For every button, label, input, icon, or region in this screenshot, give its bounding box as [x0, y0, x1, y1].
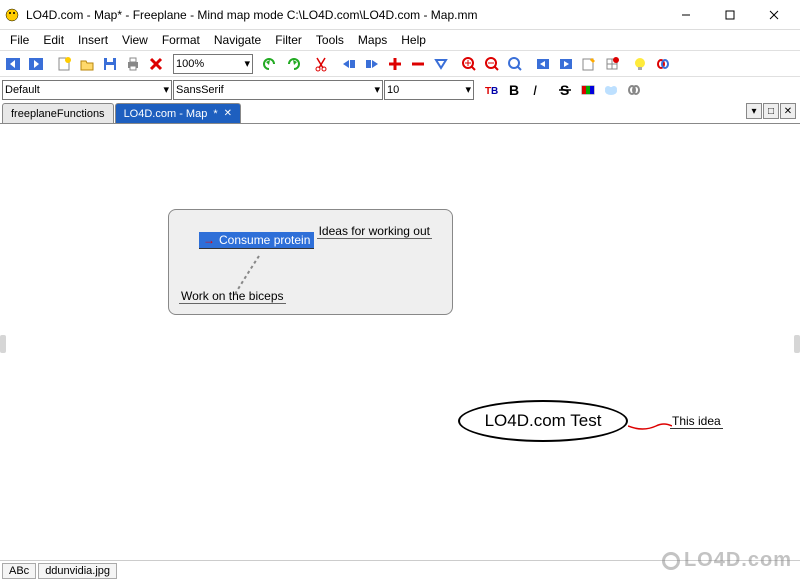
canvas-scroll-right-handle[interactable] [794, 335, 800, 353]
open-button[interactable] [76, 53, 98, 75]
menu-insert[interactable]: Insert [72, 31, 114, 49]
node-label: Ideas for working out [319, 224, 430, 238]
tab-dropdown-button[interactable]: ▾ [746, 103, 762, 119]
chevron-down-icon: ▾ [244, 57, 250, 70]
remove-node-button[interactable] [407, 53, 429, 75]
menu-help[interactable]: Help [395, 31, 432, 49]
menu-view[interactable]: View [116, 31, 154, 49]
node-ideas-working-out[interactable]: Ideas for working out [317, 224, 432, 239]
zoom-value: 100% [176, 58, 204, 70]
zoom-combo[interactable]: 100% ▾ [173, 54, 253, 74]
chevron-down-icon: ▾ [163, 83, 169, 96]
menu-edit[interactable]: Edit [37, 31, 70, 49]
status-filename-panel: ddunvidia.jpg [38, 563, 117, 579]
node-label: This idea [672, 414, 721, 428]
font-size-value: 10 [387, 84, 399, 96]
background-color-button[interactable] [577, 79, 599, 101]
node-connector-dotted [224, 254, 264, 294]
app-icon [4, 7, 20, 23]
font-combo[interactable]: SansSerif ▾ [173, 80, 383, 100]
save-button[interactable] [99, 53, 121, 75]
print-button[interactable] [122, 53, 144, 75]
toolbar-format: Default ▾ SansSerif ▾ 10 ▾ TB B I S [0, 76, 800, 102]
cut-button[interactable] [310, 53, 332, 75]
font-size-combo[interactable]: 10 ▾ [384, 80, 474, 100]
find-button[interactable] [504, 53, 526, 75]
idea-button[interactable] [629, 53, 651, 75]
window-titlebar: LO4D.com - Map* - Freeplane - Mind map m… [0, 0, 800, 30]
tab-dirty-indicator: * [213, 108, 217, 120]
undo-button[interactable] [259, 53, 281, 75]
tab-freeplane-functions[interactable]: freeplaneFunctions [2, 103, 114, 123]
zoom-out-button[interactable] [481, 53, 503, 75]
statusbar: ABc ddunvidia.jpg [0, 560, 800, 580]
node-next-button[interactable] [361, 53, 383, 75]
goto-node-button[interactable] [555, 53, 577, 75]
tab-lo4d-map[interactable]: LO4D.com - Map * ✕ [115, 103, 241, 123]
svg-text:B: B [509, 82, 519, 98]
menu-file[interactable]: File [4, 31, 35, 49]
toolbar-main: 100% ▾ [0, 50, 800, 76]
tab-close-button[interactable]: ✕ [224, 108, 232, 119]
document-tabbar: freeplaneFunctions LO4D.com - Map * ✕ ▾ … [0, 102, 800, 124]
svg-text:B: B [491, 86, 498, 97]
node-group-box[interactable]: → Consume protein Ideas for working out … [168, 209, 453, 315]
menubar: File Edit Insert View Format Navigate Fi… [0, 30, 800, 50]
bold-button[interactable]: B [503, 79, 525, 101]
status-mode-panel[interactable]: ABc [2, 563, 36, 579]
menu-maps[interactable]: Maps [352, 31, 393, 49]
window-title: LO4D.com - Map* - Freeplane - Mind map m… [26, 8, 664, 22]
svg-text:I: I [533, 82, 537, 98]
mindmap-canvas[interactable]: → Consume protein Ideas for working out … [0, 124, 800, 564]
link-button[interactable] [623, 79, 645, 101]
node-connector-red [628, 420, 672, 430]
tab-window-controls: ▾ □ ✕ [746, 103, 796, 119]
new-map-button[interactable] [53, 53, 75, 75]
node-label: Consume protein [219, 233, 310, 247]
node-this-idea[interactable]: This idea [670, 414, 723, 429]
note-button[interactable] [578, 53, 600, 75]
node-prev-button[interactable] [338, 53, 360, 75]
tab-maximize-button[interactable]: □ [763, 103, 779, 119]
window-maximize-button[interactable] [708, 1, 752, 29]
tab-label: LO4D.com - Map [124, 108, 208, 120]
close-map-button[interactable] [145, 53, 167, 75]
menu-format[interactable]: Format [156, 31, 206, 49]
tab-label: freeplaneFunctions [11, 108, 105, 120]
encrypt-button[interactable] [652, 53, 674, 75]
arrow-right-icon: → [203, 233, 215, 247]
font-color-button[interactable]: TB [480, 79, 502, 101]
canvas-scroll-left-handle[interactable] [0, 335, 6, 353]
fold-button[interactable] [430, 53, 452, 75]
cloud-button[interactable] [600, 79, 622, 101]
strikethrough-button[interactable]: S [554, 79, 576, 101]
redo-button[interactable] [282, 53, 304, 75]
node-consume-protein[interactable]: → Consume protein [199, 232, 314, 249]
status-mode-label: ABc [9, 565, 29, 577]
nav-back-button[interactable] [2, 53, 24, 75]
italic-button[interactable]: I [526, 79, 548, 101]
window-minimize-button[interactable] [664, 1, 708, 29]
window-close-button[interactable] [752, 1, 796, 29]
node-label: LO4D.com Test [485, 411, 602, 431]
attributes-button[interactable] [601, 53, 623, 75]
chevron-down-icon: ▾ [374, 83, 380, 96]
tab-close-all-button[interactable]: ✕ [780, 103, 796, 119]
style-combo[interactable]: Default ▾ [2, 80, 172, 100]
style-value: Default [5, 84, 40, 96]
menu-tools[interactable]: Tools [310, 31, 350, 49]
font-value: SansSerif [176, 84, 224, 96]
goto-root-button[interactable] [532, 53, 554, 75]
node-root-ellipse[interactable]: LO4D.com Test [458, 400, 628, 442]
nav-forward-button[interactable] [25, 53, 47, 75]
add-node-button[interactable] [384, 53, 406, 75]
menu-filter[interactable]: Filter [269, 31, 308, 49]
zoom-in-button[interactable] [458, 53, 480, 75]
menu-navigate[interactable]: Navigate [208, 31, 267, 49]
status-filename: ddunvidia.jpg [45, 565, 110, 577]
chevron-down-icon: ▾ [465, 83, 471, 96]
